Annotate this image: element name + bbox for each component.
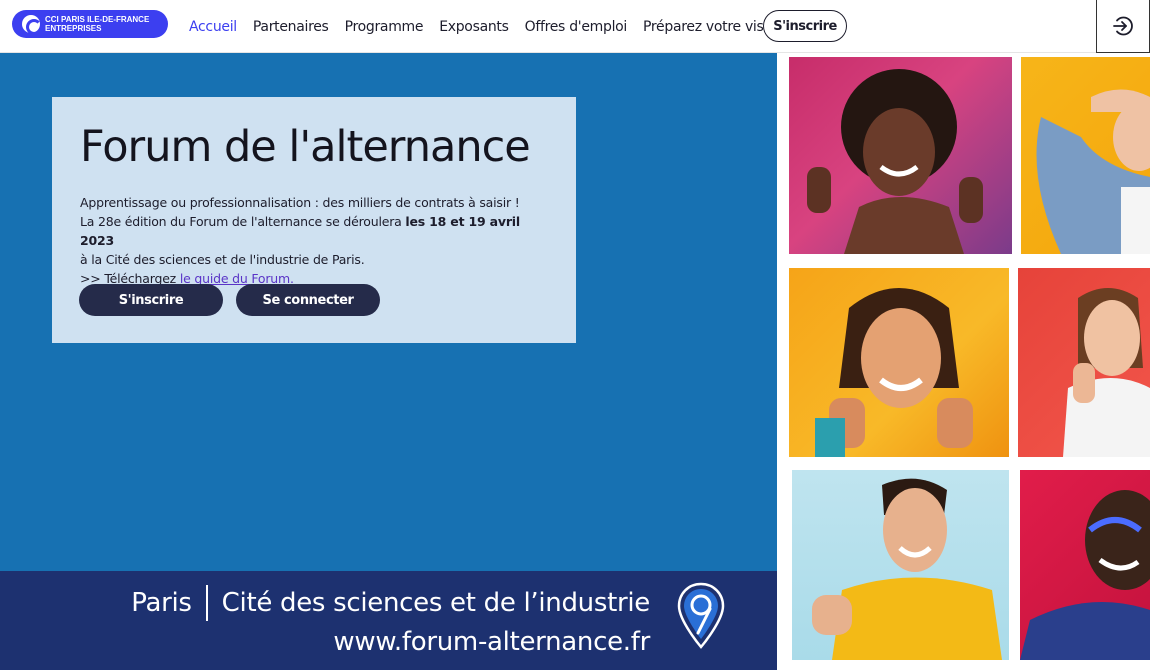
header-signup-button[interactable]: S'inscrire: [763, 10, 847, 42]
photo-man-denim-jacket: [1021, 57, 1150, 254]
hero-card: Forum de l'alternance Apprentissage ou p…: [52, 97, 576, 343]
nav-exposants[interactable]: Exposants: [439, 19, 509, 35]
person-illustration: [1036, 89, 1150, 254]
desc-line-2-text: La 28e édition du Forum de l'alternance …: [80, 214, 406, 229]
map-pin-icon: [677, 582, 725, 649]
login-button[interactable]: [1096, 0, 1150, 53]
hero-login-button[interactable]: Se connecter: [236, 284, 380, 316]
person-illustration: [812, 478, 1002, 660]
nav-partenaires[interactable]: Partenaires: [253, 19, 329, 35]
cci-logo-icon: [22, 15, 42, 35]
site-header: CCI PARIS ILE-DE-FRANCE ENTREPRISES Accu…: [0, 0, 1150, 53]
desc-line-1: Apprentissage ou professionnalisation : …: [80, 195, 520, 210]
person-illustration: [1020, 490, 1150, 660]
person-illustration: [815, 288, 973, 457]
desc-line-2: La 28e édition du Forum de l'alternance …: [80, 212, 548, 250]
photo-man-yellow-sweater: [792, 470, 1009, 660]
nav-accueil[interactable]: Accueil: [189, 19, 237, 35]
hero-signup-button[interactable]: S'inscrire: [79, 284, 223, 316]
hero-description: Apprentissage ou professionnalisation : …: [80, 193, 548, 288]
hero-section: Forum de l'alternance Apprentissage ou p…: [0, 53, 777, 571]
person-illustration: [1063, 288, 1150, 457]
banner-location: Paris Cité des sciences et de l’industri…: [131, 585, 650, 621]
hero-buttons: S'inscrire Se connecter: [79, 284, 380, 316]
banner-url: www.forum-alternance.fr: [333, 627, 650, 657]
photo-woman-curly-hair: [789, 57, 1012, 254]
page-title: Forum de l'alternance: [80, 122, 531, 172]
photo-woman-thumbs-up: [789, 268, 1009, 457]
person-illustration: [807, 69, 983, 254]
sign-in-icon: [1113, 16, 1133, 36]
nav-offres-emploi[interactable]: Offres d'emploi: [525, 19, 628, 35]
nav-programme[interactable]: Programme: [345, 19, 424, 35]
banner-divider: [205, 585, 208, 621]
location-banner: Paris Cité des sciences et de l’industri…: [0, 571, 777, 670]
desc-line-3: à la Cité des sciences et de l'industrie…: [80, 252, 365, 267]
photo-man-red-background: [1020, 470, 1150, 660]
banner-city: Paris: [131, 588, 192, 618]
banner-venue: Cité des sciences et de l’industrie: [221, 588, 651, 618]
nav-preparez-visite[interactable]: Préparez votre visite: [643, 19, 781, 35]
cci-logo[interactable]: CCI PARIS ILE-DE-FRANCE ENTREPRISES: [12, 10, 168, 38]
photo-woman-white-shirt: [1018, 268, 1150, 457]
main-nav: Accueil Partenaires Programme Exposants …: [189, 0, 797, 53]
photo-grid: [777, 53, 1150, 670]
logo-text: CCI PARIS ILE-DE-FRANCE ENTREPRISES: [45, 15, 150, 33]
